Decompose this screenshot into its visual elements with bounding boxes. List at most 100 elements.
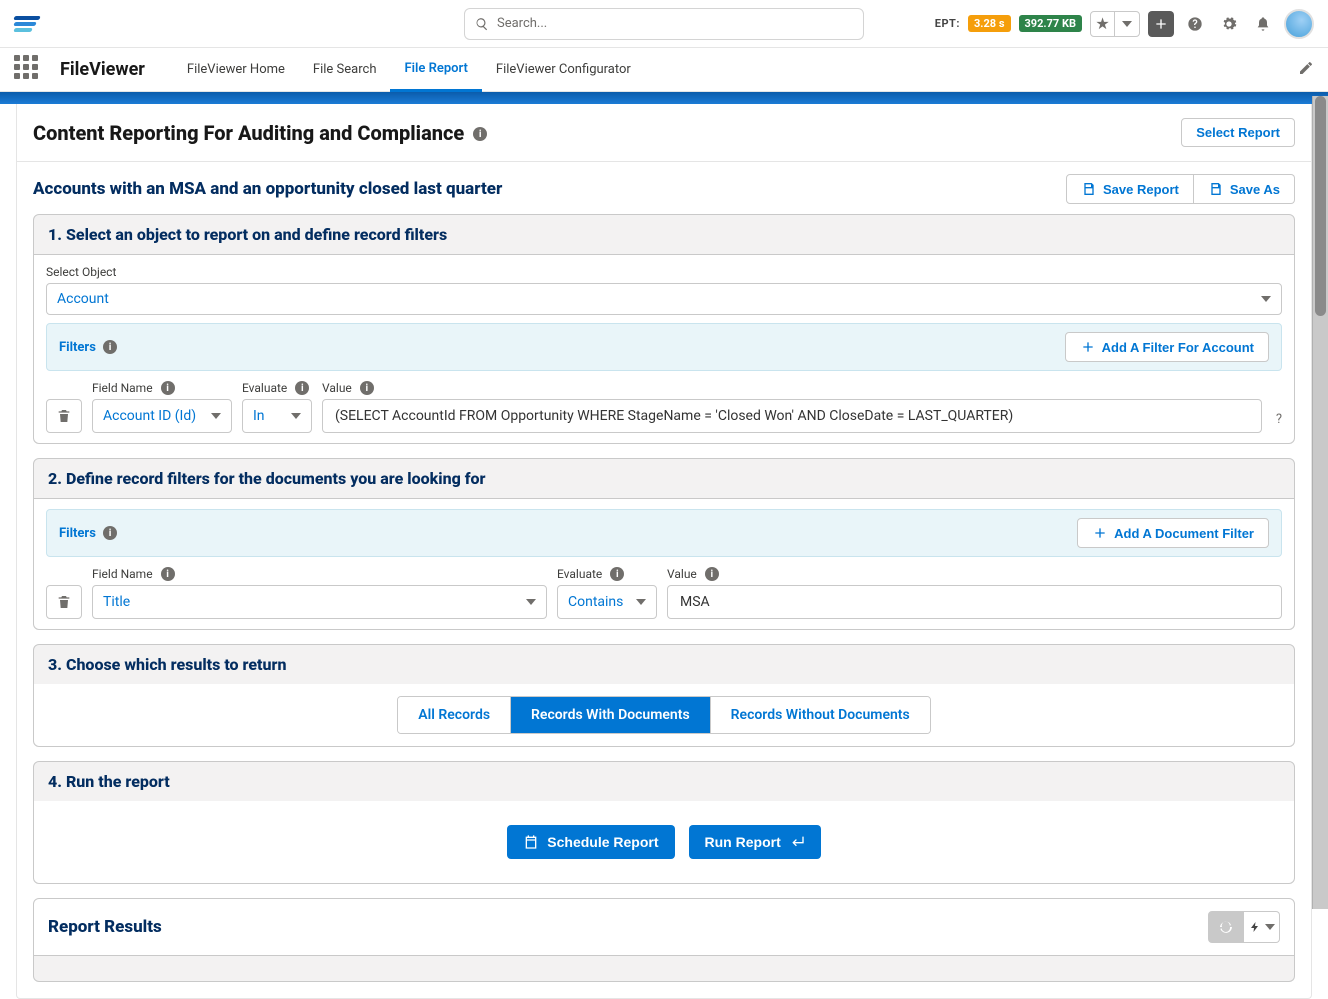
field-name-label: Field Namei	[92, 381, 232, 395]
star-icon: ★	[1095, 14, 1109, 33]
app-name: FileViewer	[60, 59, 145, 80]
info-icon[interactable]: i	[610, 567, 624, 581]
add-document-filter-button[interactable]: Add A Document Filter	[1077, 518, 1269, 548]
schedule-report-button[interactable]: Schedule Report	[507, 825, 674, 859]
info-icon[interactable]: i	[103, 340, 117, 354]
results-body	[33, 956, 1295, 982]
refresh-icon	[1218, 919, 1234, 935]
filters-label: Filters i	[59, 526, 117, 541]
tab-file-report[interactable]: File Report	[390, 48, 481, 92]
select-report-button[interactable]: Select Report	[1181, 118, 1295, 147]
evaluate-dropdown[interactable]: In	[242, 399, 312, 433]
global-search-input[interactable]: Search...	[464, 8, 864, 40]
info-icon[interactable]: i	[360, 381, 374, 395]
calendar-icon	[523, 834, 539, 850]
trash-icon	[56, 594, 72, 610]
delete-filter-button[interactable]	[46, 585, 82, 619]
help-button[interactable]	[1182, 11, 1208, 37]
seg-records-without-documents[interactable]: Records Without Documents	[711, 697, 930, 733]
page-title: Content Reporting For Auditing and Compl…	[33, 121, 487, 145]
lightning-icon	[1249, 921, 1261, 933]
value-label: Valuei	[322, 381, 1262, 395]
field-name-dropdown[interactable]: Title	[92, 585, 547, 619]
results-segment-group: All Records Records With Documents Recor…	[397, 696, 930, 734]
run-report-button[interactable]: Run Report	[689, 825, 821, 859]
info-icon[interactable]: i	[161, 567, 175, 581]
setup-button[interactable]	[1216, 11, 1242, 37]
org-logo	[14, 11, 40, 37]
section-4-title: 4. Run the report	[34, 762, 1294, 801]
page-container: Content Reporting For Auditing and Compl…	[16, 104, 1312, 999]
field-name-dropdown[interactable]: Account ID (Id)	[92, 399, 232, 433]
chevron-down-icon	[526, 599, 536, 605]
search-icon	[475, 17, 489, 31]
results-actions-dropdown[interactable]	[1244, 911, 1280, 943]
section-run: 4. Run the report Schedule Report Run Re…	[33, 761, 1295, 884]
scroll-thumb[interactable]	[1315, 96, 1326, 316]
seg-records-with-documents[interactable]: Records With Documents	[511, 697, 711, 733]
trash-icon	[56, 408, 72, 424]
plus-icon	[1080, 339, 1096, 355]
seg-all-records[interactable]: All Records	[398, 697, 511, 733]
bell-icon	[1255, 16, 1271, 32]
report-name: Accounts with an MSA and an opportunity …	[33, 179, 502, 199]
ept-size-badge: 392.77 KB	[1019, 15, 1083, 32]
chevron-down-icon	[1122, 21, 1132, 27]
help-hint[interactable]: ?	[1276, 412, 1282, 433]
tab-file-search[interactable]: File Search	[299, 48, 391, 92]
section-1-title: 1. Select an object to report on and def…	[34, 215, 1294, 255]
object-filter-row: Field Namei Account ID (Id) Evaluatei In	[46, 381, 1282, 433]
value-input[interactable]: MSA	[667, 585, 1282, 619]
global-header: Search... EPT: 3.28 s 392.77 KB ★	[0, 0, 1328, 48]
info-icon[interactable]: i	[295, 381, 309, 395]
filters-bar-document: Filters i Add A Document Filter	[46, 509, 1282, 557]
chevron-down-icon	[211, 413, 221, 419]
app-launcher[interactable]	[14, 55, 44, 85]
section-object-filters: 1. Select an object to report on and def…	[33, 214, 1295, 444]
document-filter-row: Field Namei Title Evaluatei Contains	[46, 567, 1282, 619]
chevron-down-icon	[636, 599, 646, 605]
add-button[interactable]	[1148, 11, 1174, 37]
select-object-dropdown[interactable]: Account	[46, 283, 1282, 315]
ept-label: EPT:	[935, 17, 960, 30]
user-avatar[interactable]	[1284, 9, 1314, 39]
info-icon[interactable]: i	[473, 127, 487, 141]
value-input[interactable]: (SELECT AccountId FROM Opportunity WHERE…	[322, 399, 1262, 433]
help-icon	[1187, 16, 1203, 32]
results-title: Report Results	[48, 917, 162, 937]
select-object-label: Select Object	[46, 265, 1282, 279]
plus-icon	[1153, 16, 1169, 32]
ept-time-badge: 3.28 s	[968, 15, 1011, 32]
info-icon[interactable]: i	[103, 526, 117, 540]
save-report-button[interactable]: Save Report	[1066, 174, 1194, 204]
refresh-results-button[interactable]	[1208, 911, 1244, 943]
section-2-title: 2. Define record filters for the documen…	[34, 459, 1294, 499]
page-subheader: Accounts with an MSA and an opportunity …	[17, 162, 1311, 214]
save-as-button[interactable]: Save As	[1194, 174, 1295, 204]
section-results-choice: 3. Choose which results to return All Re…	[33, 644, 1295, 747]
info-icon[interactable]: i	[705, 567, 719, 581]
enter-icon	[789, 834, 805, 850]
favorites-dropdown[interactable]: ★	[1090, 11, 1140, 37]
page-header: Content Reporting For Auditing and Compl…	[17, 104, 1311, 162]
app-nav-bar: FileViewer FileViewer Home File Search F…	[0, 48, 1328, 92]
edit-nav-button[interactable]	[1298, 60, 1314, 80]
section-document-filters: 2. Define record filters for the documen…	[33, 458, 1295, 630]
vertical-scrollbar[interactable]	[1312, 96, 1328, 909]
info-icon[interactable]: i	[161, 381, 175, 395]
delete-filter-button[interactable]	[46, 399, 82, 433]
filters-bar-object: Filters i Add A Filter For Account	[46, 323, 1282, 371]
tab-fileviewer-home[interactable]: FileViewer Home	[173, 48, 299, 92]
chevron-down-icon	[1265, 924, 1275, 930]
search-placeholder: Search...	[497, 16, 547, 31]
field-name-label: Field Namei	[92, 567, 547, 581]
tab-fileviewer-configurator[interactable]: FileViewer Configurator	[482, 48, 645, 92]
evaluate-label: Evaluatei	[557, 567, 657, 581]
add-object-filter-button[interactable]: Add A Filter For Account	[1065, 332, 1269, 362]
value-label: Valuei	[667, 567, 1282, 581]
section-results: Report Results	[33, 898, 1295, 982]
nav-tabs: FileViewer Home File Search File Report …	[173, 48, 645, 92]
plus-icon	[1092, 525, 1108, 541]
notifications-button[interactable]	[1250, 11, 1276, 37]
evaluate-dropdown[interactable]: Contains	[557, 585, 657, 619]
